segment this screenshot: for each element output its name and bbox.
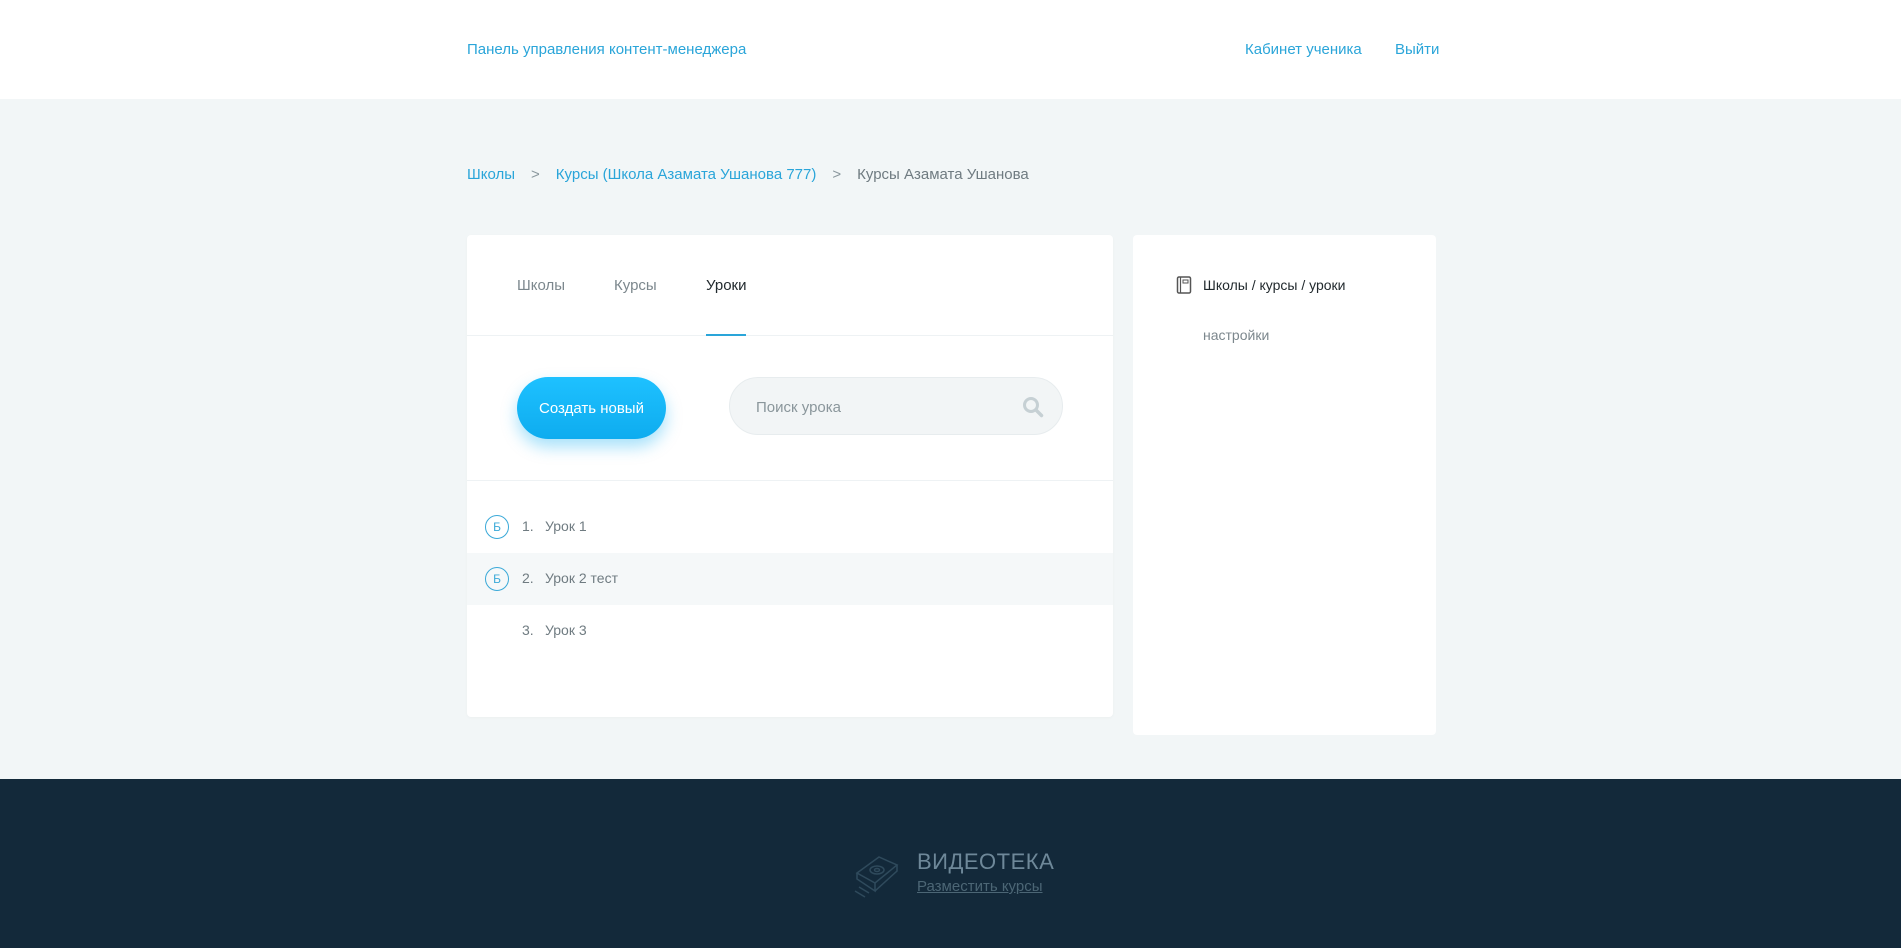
- lesson-badge: Б: [485, 515, 509, 539]
- search-box: [729, 377, 1063, 435]
- place-courses-link[interactable]: Разместить курсы: [917, 878, 1043, 895]
- breadcrumb-separator: >: [531, 166, 540, 183]
- logout-link[interactable]: Выйти: [1395, 41, 1439, 58]
- breadcrumb-separator: >: [832, 166, 842, 183]
- brand-link[interactable]: Панель управления контент-менеджера: [467, 41, 746, 58]
- tab-bar: Школы Курсы Уроки: [467, 235, 1113, 336]
- lessons-panel: Школы Курсы Уроки Создать новый Б 1. Уро…: [467, 235, 1113, 717]
- lesson-title[interactable]: Урок 1: [545, 518, 587, 534]
- side-nav-title[interactable]: Школы / курсы / уроки: [1203, 277, 1346, 293]
- lesson-row[interactable]: 3. Урок 3: [467, 605, 1113, 657]
- active-tab-indicator: [706, 334, 746, 336]
- breadcrumb-courses[interactable]: Курсы (Школа Азамата Ушанова 777): [556, 166, 817, 183]
- student-cabinet-link[interactable]: Кабинет ученика: [1245, 41, 1362, 58]
- create-new-button[interactable]: Создать новый: [517, 377, 666, 439]
- breadcrumb-schools[interactable]: Школы: [467, 166, 515, 183]
- side-panel: Школы / курсы / уроки настройки: [1133, 235, 1436, 735]
- lesson-title[interactable]: Урок 2 тест: [545, 570, 618, 586]
- lesson-number: 2.: [522, 570, 534, 586]
- book-icon: [1176, 276, 1192, 294]
- tab-schools[interactable]: Школы: [517, 277, 565, 294]
- lesson-row[interactable]: Б 2. Урок 2 тест: [467, 553, 1113, 605]
- top-header: Панель управления контент-менеджера Каби…: [0, 0, 1901, 99]
- lesson-number: 1.: [522, 518, 534, 534]
- settings-link[interactable]: настройки: [1203, 327, 1269, 343]
- lesson-badge: Б: [485, 567, 509, 591]
- lesson-number: 3.: [522, 622, 534, 638]
- breadcrumb: Школы > Курсы (Школа Азамата Ушанова 777…: [467, 166, 1029, 183]
- tab-courses[interactable]: Курсы: [614, 277, 657, 294]
- search-icon[interactable]: [1022, 396, 1044, 418]
- footer: ВИДЕОТЕКА Разместить курсы: [0, 779, 1901, 948]
- lesson-title[interactable]: Урок 3: [545, 622, 587, 638]
- search-input[interactable]: [754, 394, 1018, 420]
- footer-logo-text: ВИДЕОТЕКА: [917, 849, 1055, 874]
- videoteka-logo-icon: [854, 856, 899, 898]
- list-divider: [467, 480, 1113, 481]
- breadcrumb-current: Курсы Азамата Ушанова: [857, 166, 1029, 183]
- lesson-row[interactable]: Б 1. Урок 1: [467, 501, 1113, 553]
- tab-lessons[interactable]: Уроки: [706, 277, 746, 294]
